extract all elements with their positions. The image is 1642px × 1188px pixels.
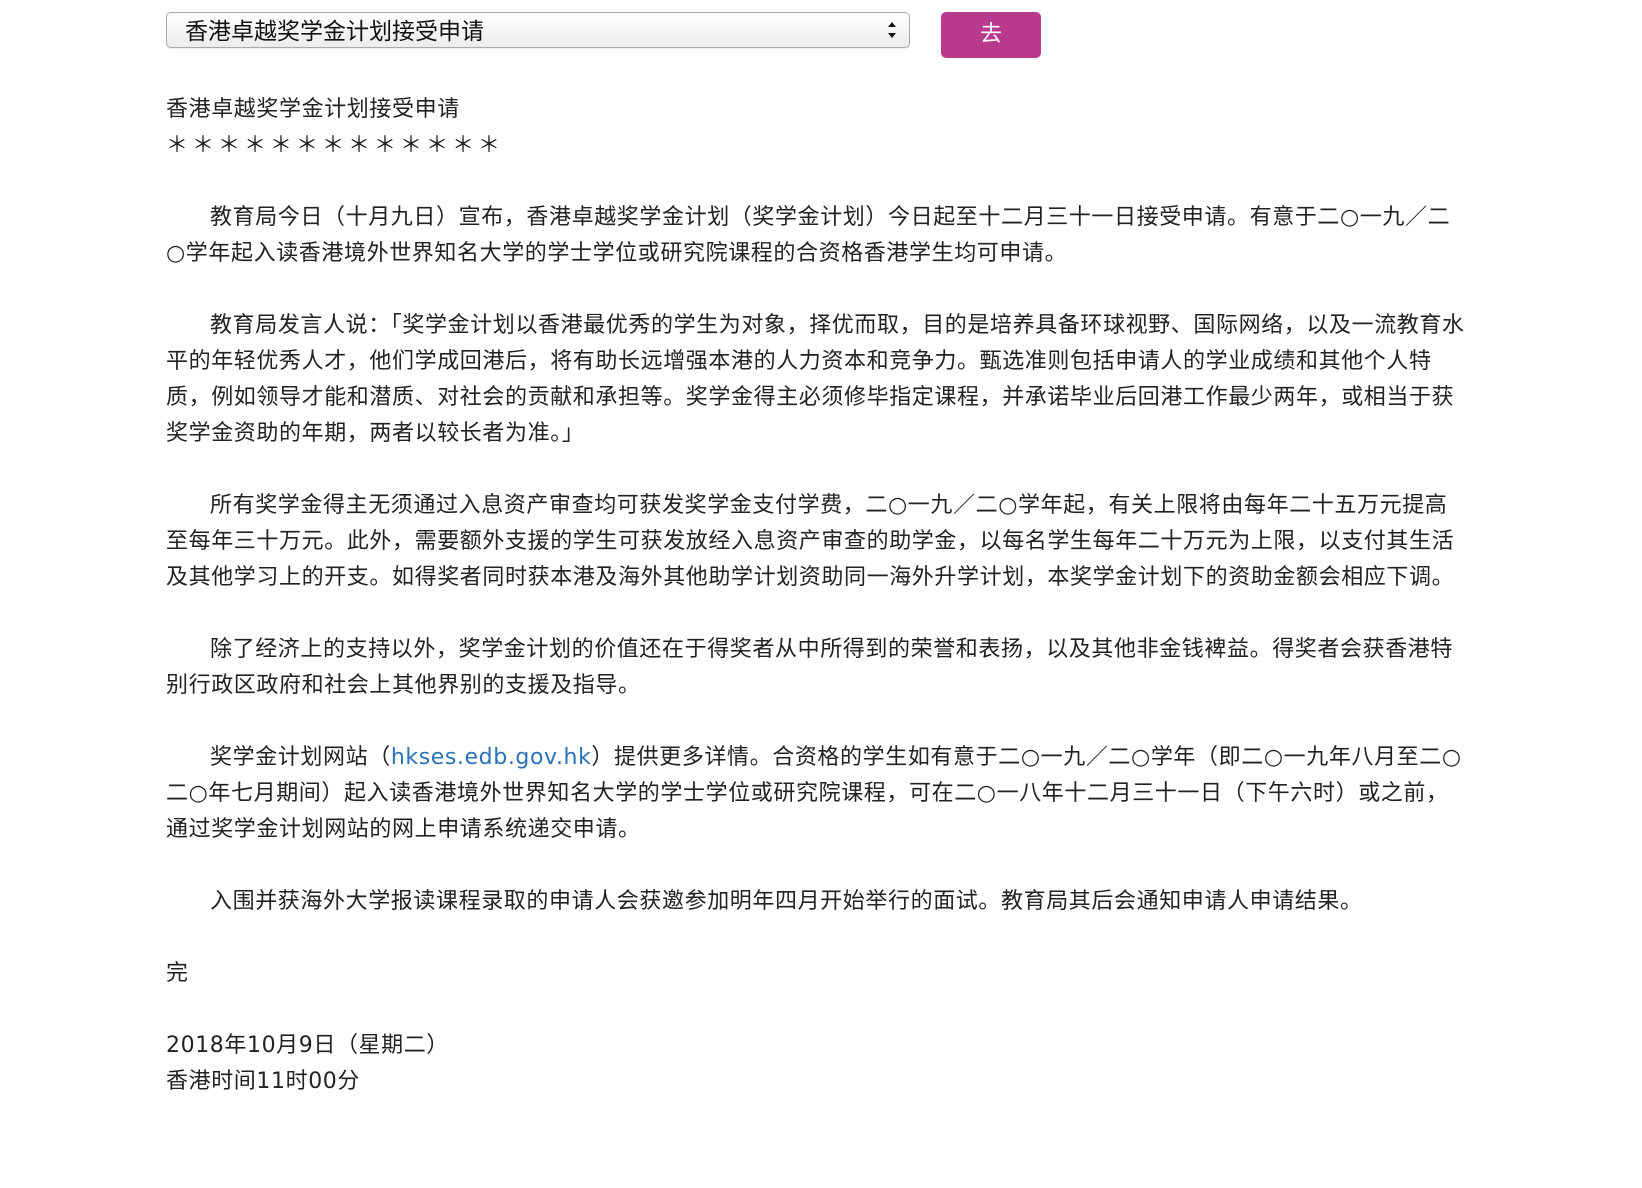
- article-paragraph-1: 教育局今日（十月九日）宣布，香港卓越奖学金计划（奖学金计划）今日起至十二月三十一…: [166, 205, 1451, 266]
- release-date: 2018年10月9日（星期二）: [166, 1033, 449, 1058]
- press-release-select[interactable]: 香港卓越奖学金计划接受申请: [166, 12, 910, 48]
- scholarship-website-link[interactable]: hkses.edb.gov.hk: [391, 745, 592, 770]
- select-selected-value: 香港卓越奖学金计划接受申请: [185, 19, 484, 45]
- article-paragraph-3: 所有奖学金得主无须通过入息资产审查均可获发奖学金支付学费，二○一九／二○学年起，…: [166, 493, 1455, 590]
- go-button[interactable]: 去: [941, 12, 1041, 58]
- article-end-marker: 完: [166, 961, 189, 986]
- article-paragraph-4: 除了经济上的支持以外，奖学金计划的价值还在于得奖者从中所得到的荣誉和表扬，以及其…: [166, 637, 1454, 698]
- up-down-chevron-icon: [888, 22, 896, 38]
- article-title: 香港卓越奖学金计划接受申请: [166, 97, 460, 122]
- release-time: 香港时间11时00分: [166, 1069, 360, 1094]
- title-separator-stars: ＊＊＊＊＊＊＊＊＊＊＊＊＊: [166, 133, 505, 158]
- website-para-before: 奖学金计划网站（: [210, 745, 391, 770]
- article-paragraph-final: 入围并获海外大学报读课程录取的申请人会获邀参加明年四月开始举行的面试。教育局其后…: [210, 889, 1363, 914]
- article-paragraph-2: 教育局发言人说：「奖学金计划以香港最优秀的学生为对象，择优而取，目的是培养具备环…: [166, 313, 1465, 446]
- press-release-article: 香港卓越奖学金计划接受申请 ＊＊＊＊＊＊＊＊＊＊＊＊＊ 教育局今日（十月九日）宣…: [166, 92, 1466, 1100]
- press-release-navigation: 香港卓越奖学金计划接受申请 去: [166, 12, 1066, 60]
- article-paragraph-website: 奖学金计划网站（hkses.edb.gov.hk）提供更多详情。合资格的学生如有…: [166, 740, 1466, 848]
